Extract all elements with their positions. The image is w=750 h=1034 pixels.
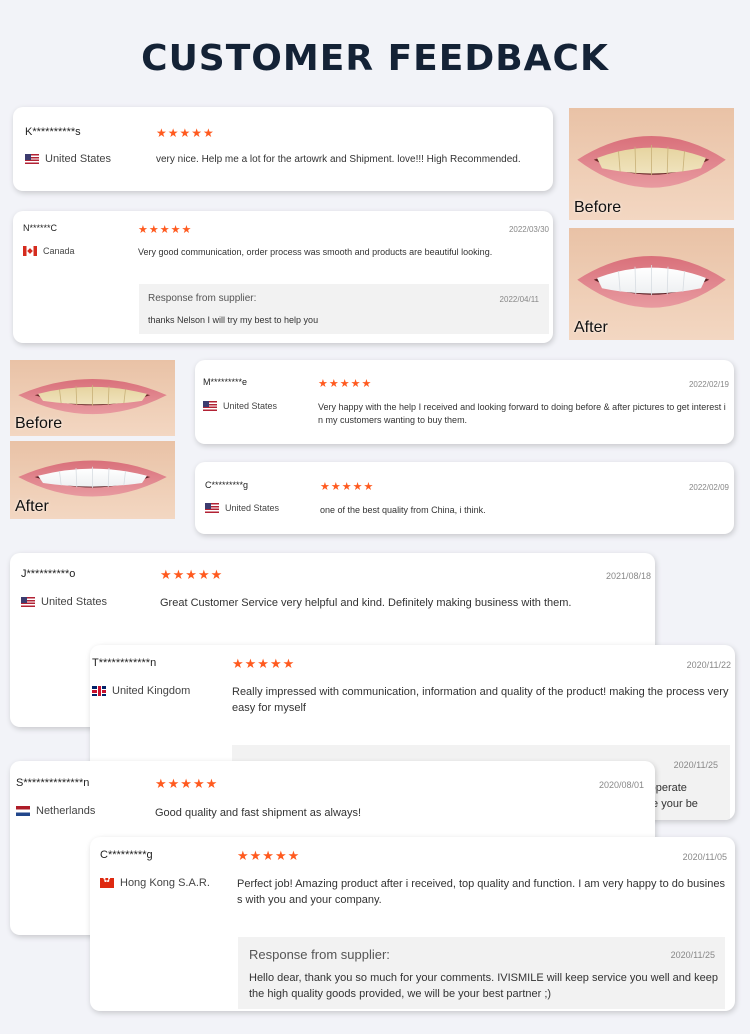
response-title: Response from supplier: — [249, 947, 390, 962]
reviewer-name: S**************n — [16, 777, 90, 789]
reviewer-country: United States — [203, 401, 277, 411]
rating-stars: ★★★★★ — [138, 223, 193, 236]
reviewer-country: United States — [21, 596, 107, 608]
reviewer-name: N******C — [23, 223, 58, 233]
country-label: United States — [41, 596, 108, 608]
supplier-response: Response from supplier: 2020/11/25 Hello… — [238, 937, 725, 1009]
response-date: 2020/11/25 — [673, 760, 718, 770]
review-card: N******C Canada ★★★★★ 2022/03/30 Very go… — [13, 211, 553, 343]
supplier-response: Response from supplier: 2022/04/11 thank… — [139, 284, 549, 334]
rating-stars: ★★★★★ — [237, 849, 301, 864]
reviewer-country: United States — [205, 503, 279, 513]
review-card: C*********g United States ★★★★★ 2022/02/… — [195, 462, 734, 534]
before-photo: Before — [10, 360, 175, 436]
review-text: Great Customer Service very helpful and … — [160, 597, 572, 609]
country-label: United States — [223, 401, 278, 411]
rating-stars: ★★★★★ — [160, 568, 224, 583]
country-label: United Kingdom — [112, 685, 191, 697]
review-text: Very good communication, order process w… — [138, 247, 493, 257]
us-flag-icon — [25, 154, 39, 164]
response-text: Hello dear, thank you so much for your c… — [249, 972, 718, 1000]
review-date: 2020/08/01 — [598, 780, 644, 790]
reviewer-name: M*********e — [203, 377, 248, 387]
country-label: United States — [45, 153, 112, 165]
review-date: 2022/02/19 — [688, 380, 729, 389]
review-text: Good quality and fast shipment as always… — [155, 807, 362, 819]
reviewer-name: T************n — [92, 657, 157, 669]
review-text: Really impressed with communication, inf… — [232, 686, 729, 714]
review-text: Perfect job! Amazing product after i rec… — [237, 878, 725, 906]
response-text: thanks Nelson I will try my best to help… — [148, 315, 319, 325]
before-photo: Before — [569, 108, 734, 220]
reviewer-country: Hong Kong S.A.R. — [100, 875, 210, 889]
before-label: Before — [574, 199, 622, 216]
netherlands-flag-icon — [16, 806, 30, 816]
reviewer-name: C*********g — [100, 849, 153, 861]
review-text: Very happy with the help I received and … — [318, 402, 726, 426]
canada-flag-icon — [23, 246, 37, 256]
country-label: United States — [225, 503, 280, 513]
review-date: 2020/11/05 — [682, 852, 727, 862]
review-card: M*********e United States ★★★★★ 2022/02/… — [195, 360, 734, 444]
review-text: one of the best quality from China, i th… — [320, 505, 486, 515]
after-label: After — [574, 319, 608, 336]
after-photo: After — [10, 441, 175, 519]
rating-stars: ★★★★★ — [232, 657, 296, 672]
review-text: very nice. Help me a lot for the artowrk… — [156, 154, 521, 165]
country-label: Netherlands — [36, 805, 96, 817]
reviewer-name: C*********g — [205, 480, 249, 490]
response-date: 2022/04/11 — [499, 295, 539, 304]
uk-flag-icon — [92, 686, 106, 696]
review-date: 2020/11/22 — [686, 660, 731, 670]
reviewer-name: K**********s — [25, 126, 81, 138]
response-date: 2020/11/25 — [670, 950, 715, 960]
review-date: 2022/03/30 — [508, 225, 549, 234]
us-flag-icon — [21, 597, 35, 607]
rating-stars: ★★★★★ — [156, 126, 215, 140]
after-photo: After — [569, 228, 734, 340]
review-date: 2021/08/18 — [605, 571, 651, 581]
response-title: Response from supplier: — [148, 293, 257, 304]
country-label: Canada — [43, 246, 75, 256]
before-label: Before — [15, 415, 63, 432]
review-date: 2022/02/09 — [688, 483, 729, 492]
reviewer-country: Canada — [23, 246, 75, 256]
reviewer-country: Netherlands — [16, 805, 95, 817]
rating-stars: ★★★★★ — [318, 377, 373, 390]
rating-stars: ★★★★★ — [155, 777, 219, 792]
review-card: C*********g Hong Kong S.A.R. ★★★★★ 2020/… — [90, 837, 735, 1011]
after-label: After — [15, 498, 49, 515]
hong-kong-flag-icon — [100, 875, 114, 888]
reviewer-country: United Kingdom — [92, 685, 190, 697]
rating-stars: ★★★★★ — [320, 480, 375, 493]
reviewer-name: J**********o — [21, 568, 76, 580]
review-card: K**********s United States ★★★★★ very ni… — [13, 107, 553, 191]
reviewer-country: United States — [25, 153, 111, 165]
us-flag-icon — [203, 401, 217, 411]
us-flag-icon — [205, 503, 219, 513]
country-label: Hong Kong S.A.R. — [120, 877, 210, 889]
page-title: CUSTOMER FEEDBACK — [141, 38, 609, 79]
